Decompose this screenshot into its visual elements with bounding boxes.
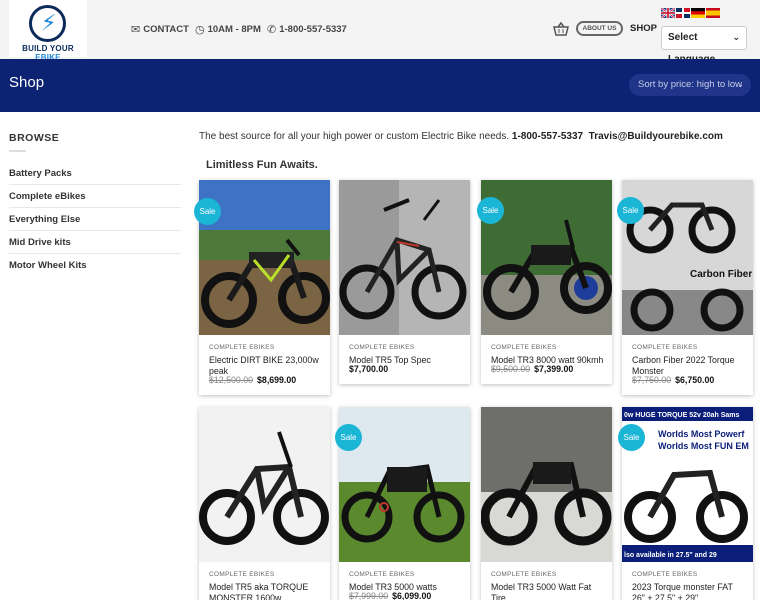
product-category: COMPLETE EBIKES [349, 344, 415, 351]
dominican-flag-icon[interactable] [676, 8, 690, 18]
product-card[interactable]: COMPLETE EBIKES Model TR3 5000 Watt Fat … [481, 407, 612, 600]
sale-badge: Sale [618, 424, 645, 451]
product-card[interactable]: Carbon Fiber Sale COMPLETE EBIKES Carbon… [617, 180, 753, 395]
contact-link[interactable]: ✉ CONTACT [131, 22, 189, 36]
product-category: COMPLETE EBIKES [491, 571, 557, 578]
section-heading: Limitless Fun Awaits. [206, 159, 318, 171]
lightning-bolt-icon: ⚡ [41, 11, 57, 36]
product-category: COMPLETE EBIKES [632, 344, 698, 351]
chevron-down-icon: ⌄ [737, 80, 744, 89]
product-image[interactable] [339, 180, 470, 335]
logo-wheel-icon: ⚡ [29, 5, 66, 42]
sale-badge: Sale [335, 424, 362, 451]
sale-badge: Sale [477, 197, 504, 224]
sidebar-item-everything-else[interactable]: Everything Else [9, 208, 181, 231]
sidebar-item-mid-drive-kits[interactable]: Mid Drive kits [9, 231, 181, 254]
product-card[interactable]: COMPLETE EBIKES Model TR5 aka TORQUE MON… [199, 407, 330, 600]
product-category: COMPLETE EBIKES [349, 571, 415, 578]
uk-flag-icon[interactable] [661, 8, 675, 18]
product-price: $12,500.00 $8,699.00 [209, 375, 297, 385]
browse-heading: BROWSE [9, 132, 60, 144]
product-category: COMPLETE EBIKES [209, 344, 275, 351]
product-category: COMPLETE EBIKES [209, 571, 275, 578]
language-flags [661, 8, 720, 18]
hours-link[interactable]: ◷ 10AM - 8PM [195, 22, 261, 36]
product-category: COMPLETE EBIKES [632, 571, 698, 578]
product-card[interactable]: Sale COMPLETE EBIKES Electric DIRT BIKE … [194, 180, 330, 395]
product-title[interactable]: Model TR3 5000 Watt Fat Tire [491, 582, 606, 600]
product-card[interactable]: 0w HUGE TORQUE 52v 20ah Sams Worlds Most… [618, 407, 753, 600]
basket-icon[interactable] [553, 21, 569, 37]
page-title: Shop [9, 74, 45, 91]
product-card[interactable]: COMPLETE EBIKES Model TR5 Top Spec $7,70… [339, 180, 470, 384]
chevron-down-icon: ⌄ [732, 33, 740, 43]
product-category: COMPLETE EBIKES [491, 344, 557, 351]
intro-phone-link[interactable]: 1-800-557-5337 [512, 131, 583, 142]
image-caption-top: 0w HUGE TORQUE 52v 20ah Sams [624, 412, 740, 419]
site-header: ⚡ BUILD YOUR EBIKE ✉ CONTACT ◷ 10AM - 8P… [0, 0, 760, 65]
product-title[interactable]: Model TR5 aka TORQUE MONSTER 1600w [209, 582, 324, 600]
sidebar-item-complete-ebikes[interactable]: Complete eBikes [9, 185, 181, 208]
sidebar-item-battery-packs[interactable]: Battery Packs [9, 162, 181, 185]
image-caption: Carbon Fiber [690, 269, 752, 280]
product-title[interactable]: 2023 Torque monster FAT 26" + 27.5" + 29… [632, 582, 747, 600]
intro-text: The best source for all your high power … [199, 131, 723, 142]
product-price: $7,750.00 $6,750.00 [632, 375, 715, 385]
product-price: $7,700.00 [349, 364, 389, 374]
product-image[interactable] [481, 407, 612, 562]
shop-link[interactable]: SHOP [630, 23, 657, 34]
product-image[interactable] [199, 407, 330, 562]
product-title[interactable]: Electric DIRT BIKE 23,000w peak [209, 355, 324, 377]
language-select[interactable]: Select Language ⌄ [661, 26, 747, 65]
phone-link[interactable]: ✆ 1-800-557-5337 [267, 22, 347, 36]
product-card[interactable]: Sale COMPLETE EBIKES Model TR3 5000 watt… [335, 407, 470, 600]
about-us-button[interactable]: ABOUT US [576, 21, 623, 36]
product-card[interactable]: Sale COMPLETE EBIKES Model TR3 8000 watt… [477, 180, 612, 384]
product-price: $9,500.00 $7,399.00 [491, 364, 574, 374]
intro-email-link[interactable]: Travis@Buildyourebike.com [589, 131, 723, 142]
envelope-icon: ✉ [131, 22, 141, 36]
german-flag-icon[interactable] [691, 8, 705, 18]
image-caption: Worlds Most FUN EM [658, 441, 749, 451]
divider [9, 150, 26, 152]
sort-select[interactable]: Sort by price: high to low ⌄ [629, 74, 751, 96]
sale-badge: Sale [617, 197, 644, 224]
sale-badge: Sale [194, 198, 221, 225]
site-logo[interactable]: ⚡ BUILD YOUR EBIKE [9, 0, 87, 62]
product-price: $7,999.00 $6,099.00 [349, 591, 432, 600]
spanish-flag-icon[interactable] [706, 8, 720, 18]
phone-icon: ✆ [267, 22, 277, 36]
clock-icon: ◷ [195, 22, 205, 36]
sidebar-item-motor-wheel-kits[interactable]: Motor Wheel Kits [9, 254, 181, 277]
product-title[interactable]: Carbon Fiber 2022 Torque Monster [632, 355, 747, 377]
image-caption: Worlds Most Powerf [658, 429, 745, 439]
image-caption-bottom: lso available in 27.5" and 29 [624, 552, 717, 559]
